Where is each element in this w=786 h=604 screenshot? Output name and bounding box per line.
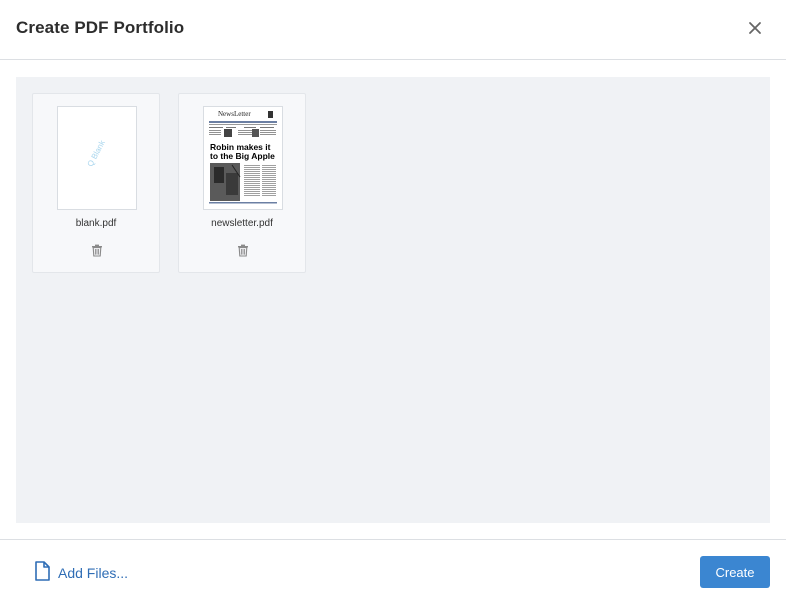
- file-card-newsletter[interactable]: NewsLetter Robin makes it to the Big App…: [178, 93, 306, 273]
- add-files-label: Add Files...: [58, 565, 129, 581]
- create-pdf-portfolio-dialog: Create PDF Portfolio Q Blank blank.pdf N…: [0, 0, 786, 604]
- file-name: newsletter.pdf: [211, 218, 273, 229]
- blank-watermark: Q Blank: [85, 138, 107, 169]
- file-icon: [34, 560, 50, 586]
- file-card-blank[interactable]: Q Blank blank.pdf: [32, 93, 160, 273]
- dialog-header: Create PDF Portfolio: [0, 0, 786, 60]
- add-files-button[interactable]: Add Files...: [34, 560, 129, 586]
- newsletter-headline: Robin makes it to the Big Apple: [210, 142, 275, 161]
- file-name: blank.pdf: [75, 218, 117, 229]
- close-icon[interactable]: [746, 19, 764, 37]
- trash-icon[interactable]: [237, 244, 249, 257]
- file-list-area: Q Blank blank.pdf NewsLetter Robin makes…: [16, 77, 770, 523]
- trash-icon[interactable]: [91, 244, 103, 257]
- dialog-footer: Add Files... Create: [0, 539, 786, 604]
- create-button[interactable]: Create: [700, 556, 770, 588]
- newsletter-masthead: NewsLetter: [218, 110, 251, 118]
- file-thumbnail: NewsLetter Robin makes it to the Big App…: [203, 106, 283, 210]
- dialog-title: Create PDF Portfolio: [16, 18, 185, 37]
- file-thumbnail: Q Blank: [57, 106, 137, 210]
